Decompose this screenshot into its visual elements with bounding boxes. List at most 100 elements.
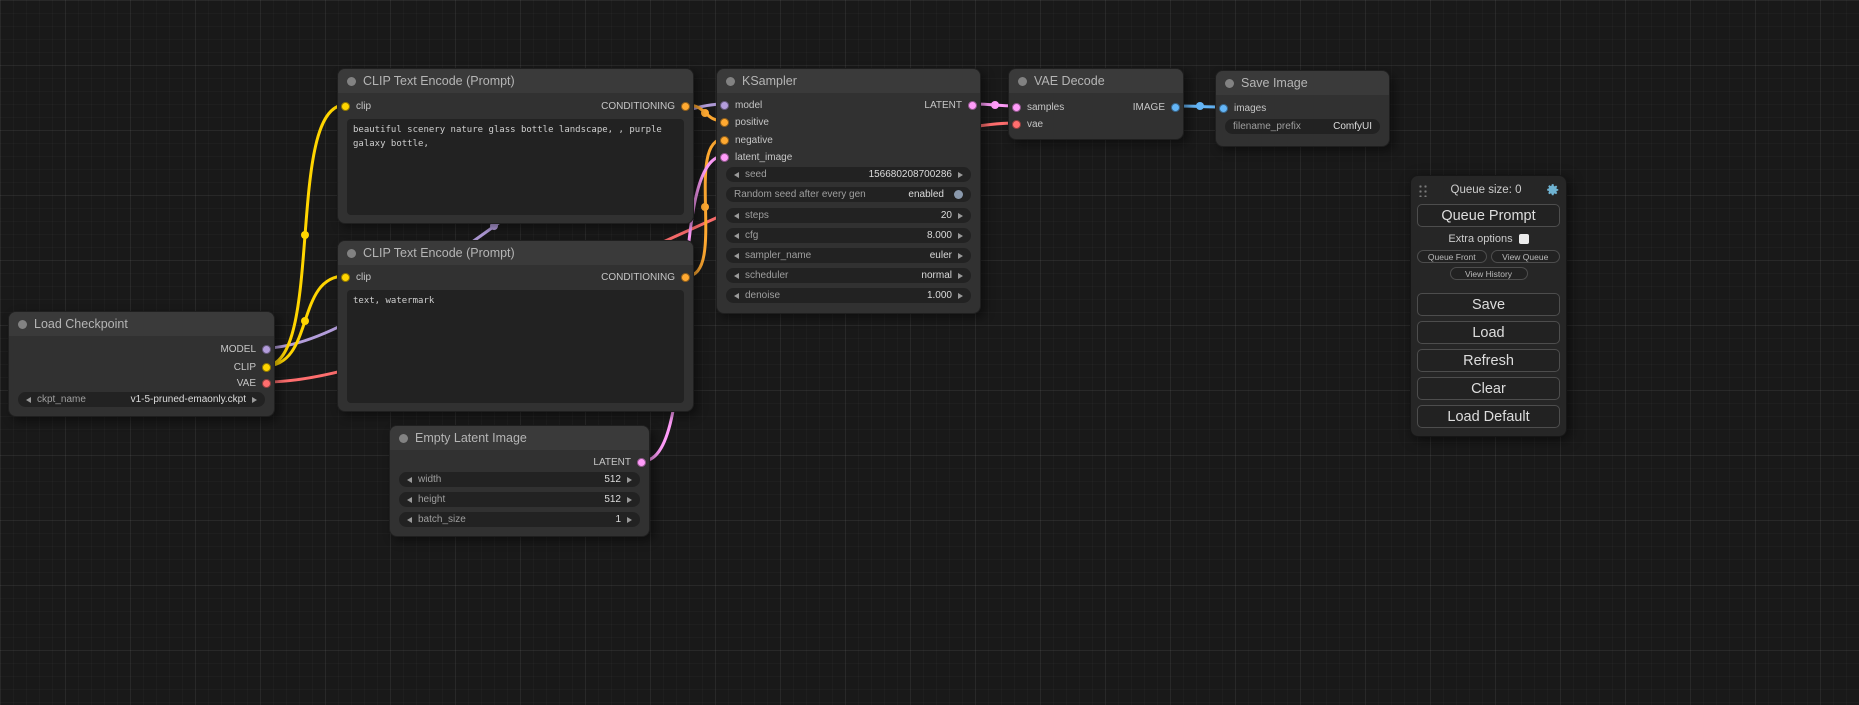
left-arrow-icon[interactable] xyxy=(734,213,739,219)
input-slot-vae[interactable]: vae xyxy=(1012,117,1043,131)
input-slot-positive[interactable]: positive xyxy=(720,115,769,129)
refresh-button[interactable]: Refresh xyxy=(1417,349,1560,372)
left-arrow-icon[interactable] xyxy=(26,397,31,403)
output-slot-vae[interactable]: VAE xyxy=(237,376,271,390)
vae-port-icon[interactable] xyxy=(262,379,271,388)
node-empty-latent-image[interactable]: Empty Latent Image LATENT width 512 heig… xyxy=(389,425,650,537)
widget-random-seed[interactable]: Random seed after every gen enabled xyxy=(726,187,971,202)
load-button[interactable]: Load xyxy=(1417,321,1560,344)
collapse-dot-icon[interactable] xyxy=(399,434,408,443)
output-slot-latent[interactable]: LATENT xyxy=(593,455,646,469)
left-arrow-icon[interactable] xyxy=(407,517,412,523)
right-arrow-icon[interactable] xyxy=(958,273,963,279)
clip-port-icon[interactable] xyxy=(341,102,350,111)
right-arrow-icon[interactable] xyxy=(627,517,632,523)
node-save-image[interactable]: Save Image images filename_prefix ComfyU… xyxy=(1215,70,1390,147)
view-queue-button[interactable]: View Queue xyxy=(1491,250,1561,263)
node-vae-decode[interactable]: VAE Decode samples vae IMAGE xyxy=(1008,68,1184,140)
left-arrow-icon[interactable] xyxy=(407,497,412,503)
right-arrow-icon[interactable] xyxy=(958,233,963,239)
right-arrow-icon[interactable] xyxy=(627,497,632,503)
collapse-dot-icon[interactable] xyxy=(726,77,735,86)
image-port-icon[interactable] xyxy=(1219,104,1228,113)
model-port-icon[interactable] xyxy=(262,345,271,354)
collapse-dot-icon[interactable] xyxy=(347,77,356,86)
collapse-dot-icon[interactable] xyxy=(1018,77,1027,86)
output-slot-conditioning[interactable]: CONDITIONING xyxy=(601,270,690,284)
extra-options-checkbox[interactable] xyxy=(1519,234,1529,244)
widget-seed[interactable]: seed 156680208700286 xyxy=(726,167,971,182)
left-arrow-icon[interactable] xyxy=(734,273,739,279)
toggle-dot-icon[interactable] xyxy=(954,190,963,199)
widget-scheduler[interactable]: scheduler normal xyxy=(726,268,971,283)
latent-port-icon[interactable] xyxy=(720,153,729,162)
clear-button[interactable]: Clear xyxy=(1417,377,1560,400)
output-slot-image[interactable]: IMAGE xyxy=(1133,100,1180,114)
queue-front-button[interactable]: Queue Front xyxy=(1417,250,1487,263)
graph-canvas[interactable]: Load Checkpoint MODEL CLIP VAE ckpt_name… xyxy=(0,0,1859,705)
left-arrow-icon[interactable] xyxy=(734,233,739,239)
conditioning-port-icon[interactable] xyxy=(681,273,690,282)
drag-handle-icon[interactable] xyxy=(1417,183,1427,197)
widget-width[interactable]: width 512 xyxy=(399,472,640,487)
right-arrow-icon[interactable] xyxy=(958,213,963,219)
node-clip-text-encode-positive[interactable]: CLIP Text Encode (Prompt) clip CONDITION… xyxy=(337,68,694,224)
node-title-bar[interactable]: CLIP Text Encode (Prompt) xyxy=(338,241,693,265)
widget-steps[interactable]: steps 20 xyxy=(726,208,971,223)
node-title-bar[interactable]: KSampler xyxy=(717,69,980,93)
clip-port-icon[interactable] xyxy=(341,273,350,282)
conditioning-port-icon[interactable] xyxy=(720,136,729,145)
node-title-bar[interactable]: Empty Latent Image xyxy=(390,426,649,450)
latent-port-icon[interactable] xyxy=(1012,103,1021,112)
input-slot-clip[interactable]: clip xyxy=(341,270,371,284)
output-slot-model[interactable]: MODEL xyxy=(220,342,271,356)
widget-batch-size[interactable]: batch_size 1 xyxy=(399,512,640,527)
input-slot-model[interactable]: model xyxy=(720,98,762,112)
widget-height[interactable]: height 512 xyxy=(399,492,640,507)
settings-gear-icon[interactable] xyxy=(1545,183,1560,198)
collapse-dot-icon[interactable] xyxy=(18,320,27,329)
node-title-bar[interactable]: CLIP Text Encode (Prompt) xyxy=(338,69,693,93)
input-slot-samples[interactable]: samples xyxy=(1012,100,1064,114)
latent-port-icon[interactable] xyxy=(968,101,977,110)
collapse-dot-icon[interactable] xyxy=(347,249,356,258)
left-arrow-icon[interactable] xyxy=(734,293,739,299)
queue-prompt-button[interactable]: Queue Prompt xyxy=(1417,204,1560,227)
left-arrow-icon[interactable] xyxy=(407,477,412,483)
view-history-button[interactable]: View History xyxy=(1450,267,1528,280)
output-slot-latent[interactable]: LATENT xyxy=(924,98,977,112)
left-arrow-icon[interactable] xyxy=(734,253,739,259)
conditioning-port-icon[interactable] xyxy=(681,102,690,111)
widget-ckpt-name[interactable]: ckpt_name v1-5-pruned-emaonly.ckpt xyxy=(18,392,265,407)
node-title-bar[interactable]: Save Image xyxy=(1216,71,1389,95)
output-slot-conditioning[interactable]: CONDITIONING xyxy=(601,99,690,113)
conditioning-port-icon[interactable] xyxy=(720,118,729,127)
widget-cfg[interactable]: cfg 8.000 xyxy=(726,228,971,243)
collapse-dot-icon[interactable] xyxy=(1225,79,1234,88)
right-arrow-icon[interactable] xyxy=(252,397,257,403)
input-slot-clip[interactable]: clip xyxy=(341,99,371,113)
input-slot-latent-image[interactable]: latent_image xyxy=(720,150,792,164)
save-button[interactable]: Save xyxy=(1417,293,1560,316)
image-port-icon[interactable] xyxy=(1171,103,1180,112)
clip-port-icon[interactable] xyxy=(262,363,271,372)
widget-denoise[interactable]: denoise 1.000 xyxy=(726,288,971,303)
node-clip-text-encode-negative[interactable]: CLIP Text Encode (Prompt) clip CONDITION… xyxy=(337,240,694,412)
right-arrow-icon[interactable] xyxy=(958,253,963,259)
node-title-bar[interactable]: Load Checkpoint xyxy=(9,312,274,336)
widget-sampler-name[interactable]: sampler_name euler xyxy=(726,248,971,263)
widget-filename-prefix[interactable]: filename_prefix ComfyUI xyxy=(1225,119,1380,134)
node-ksampler[interactable]: KSampler model positive negative latent_… xyxy=(716,68,981,314)
vae-port-icon[interactable] xyxy=(1012,120,1021,129)
node-title-bar[interactable]: VAE Decode xyxy=(1009,69,1183,93)
output-slot-clip[interactable]: CLIP xyxy=(234,360,271,374)
left-arrow-icon[interactable] xyxy=(734,172,739,178)
prompt-textarea[interactable]: text, watermark xyxy=(347,290,684,403)
right-arrow-icon[interactable] xyxy=(627,477,632,483)
latent-port-icon[interactable] xyxy=(637,458,646,467)
load-default-button[interactable]: Load Default xyxy=(1417,405,1560,428)
input-slot-negative[interactable]: negative xyxy=(720,133,773,147)
right-arrow-icon[interactable] xyxy=(958,172,963,178)
node-load-checkpoint[interactable]: Load Checkpoint MODEL CLIP VAE ckpt_name… xyxy=(8,311,275,417)
right-arrow-icon[interactable] xyxy=(958,293,963,299)
